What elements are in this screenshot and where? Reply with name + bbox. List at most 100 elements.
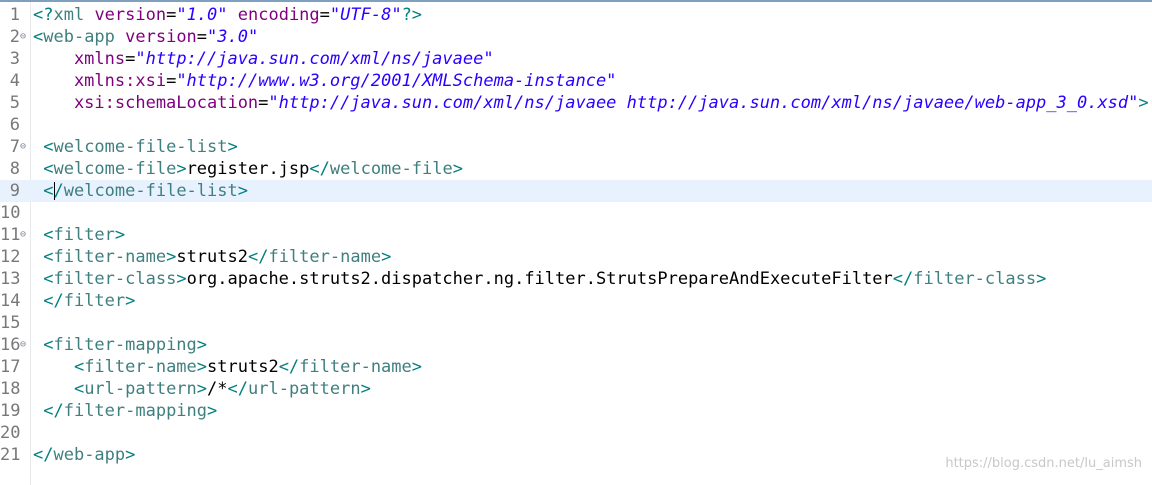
line-number: 9 [9, 181, 20, 201]
fold-collapse-icon[interactable]: ⊖ [20, 26, 30, 48]
code-token-bracket: </ [33, 445, 54, 465]
line-number: 20 [0, 423, 21, 443]
line-number: 2 [9, 27, 20, 47]
code-token-bracket: </ [33, 291, 64, 311]
code-token-text: = [125, 49, 136, 69]
code-token-bracket: < [33, 357, 85, 377]
line-code: </filter-mapping> [33, 400, 217, 422]
code-token-bracket: / [53, 181, 64, 201]
line-code: <filter-name>struts2</filter-name> [33, 246, 391, 268]
code-line[interactable]: 19 </filter-mapping> [0, 400, 1152, 422]
code-token-val: "http://www.w3.org/2001/XMLSchema-instan… [176, 71, 617, 91]
code-line[interactable]: 9 </welcome-file-list> [0, 180, 1152, 202]
code-token-bracket: < [33, 181, 54, 201]
code-token-tag: filter [53, 225, 115, 245]
code-line[interactable]: 2 ⊖ <web-app version="3.0" [0, 26, 1152, 48]
code-token-text: org.apache.struts2.dispatcher.ng.filter.… [186, 269, 893, 289]
code-token-val: "3.0" [207, 27, 259, 47]
code-token-bracket: > [452, 159, 463, 179]
code-line[interactable]: 7 ⊖ <welcome-file-list> [0, 136, 1152, 158]
code-token-attr: xmlns:xsi [33, 71, 167, 91]
line-number: 13 [0, 269, 21, 289]
code-token-text: = [196, 27, 208, 47]
code-token-tag: filter-mapping [63, 401, 208, 421]
code-token-tag: filter-class [53, 269, 177, 289]
code-token-val: "http://java.sun.com/xml/ns/javaee" [135, 49, 494, 69]
code-token-bracket: > [176, 269, 187, 289]
line-code: xmlns:xsi="http://www.w3.org/2001/XMLSch… [33, 70, 616, 92]
code-token-bracket: > [207, 401, 218, 421]
code-token-tag: filter-name [299, 357, 412, 377]
line-number: 1 [9, 5, 20, 25]
code-token-tag: filter-mapping [53, 335, 197, 355]
line-number: 10 [0, 203, 21, 223]
line-number: 3 [9, 49, 20, 69]
code-token-bracket: > [360, 379, 371, 399]
code-token-tag: url-pattern [248, 379, 361, 399]
code-token-bracket: < [33, 225, 54, 245]
line-code: </web-app> [33, 444, 135, 466]
fold-collapse-icon[interactable]: ⊖ [20, 136, 30, 158]
code-token-tag: web-app [43, 27, 115, 47]
code-token-tag: xml [53, 5, 95, 25]
line-number: 18 [0, 379, 21, 399]
code-editor[interactable]: 1 <?xml version="1.0" encoding="UTF-8"?> 2… [0, 0, 1152, 485]
code-token-bracket: </ [278, 357, 300, 377]
code-line[interactable]: 4 xmlns:xsi="http://www.w3.org/2001/XMLS… [0, 70, 1152, 92]
code-token-bracket: > [196, 357, 208, 377]
code-token-attr: encoding [227, 5, 320, 25]
line-number: 6 [9, 115, 20, 135]
code-line[interactable]: 17 <filter-name>struts2</filter-name> [0, 356, 1152, 378]
code-token-tag: welcome-file [329, 159, 453, 179]
code-token-tag: filter [63, 291, 126, 311]
code-token-bracket: > [381, 247, 392, 267]
line-code: <welcome-file-list> [33, 136, 238, 158]
code-line[interactable]: 13 <filter-class>org.apache.struts2.disp… [0, 268, 1152, 290]
line-code: </filter> [33, 290, 135, 312]
code-token-attr: version [94, 5, 167, 25]
line-code: <filter-mapping> [33, 334, 207, 356]
code-line[interactable]: 5 xsi:schemaLocation="http://java.sun.co… [0, 92, 1152, 114]
code-token-bracket: > [1138, 93, 1149, 113]
code-token-bracket: > [237, 181, 248, 201]
line-code: <url-pattern>/*</url-pattern> [33, 378, 371, 400]
code-token-bracket: < [33, 247, 54, 267]
code-token-bracket: </ [33, 401, 64, 421]
code-line[interactable]: 18 <url-pattern>/*</url-pattern> [0, 378, 1152, 400]
line-code: <filter-class>org.apache.struts2.dispatc… [33, 268, 1046, 290]
code-token-text: struts2 [176, 247, 248, 267]
line-number: 12 [0, 247, 21, 267]
fold-collapse-icon[interactable]: ⊖ [20, 334, 30, 356]
code-token-text: struts2 [207, 357, 279, 377]
line-number: 7 [9, 137, 20, 157]
code-token-bracket: < [33, 159, 54, 179]
code-token-bracket: > [411, 357, 423, 377]
code-token-attr: xmlns [33, 49, 126, 69]
code-token-tag: welcome-file-list [53, 137, 228, 157]
code-token-bracket: < [33, 269, 54, 289]
code-token-bracket: < [33, 137, 54, 157]
code-line[interactable]: 6 [0, 114, 1152, 136]
code-line[interactable]: 15 [0, 312, 1152, 334]
code-line[interactable]: 14 </filter> [0, 290, 1152, 312]
line-code: <filter> [33, 224, 125, 246]
code-token-bracket: > [125, 291, 136, 311]
fold-collapse-icon[interactable]: ⊖ [20, 224, 30, 246]
code-line[interactable]: 10 [0, 202, 1152, 224]
code-line[interactable]: 3 xmlns="http://java.sun.com/xml/ns/java… [0, 48, 1152, 70]
line-number: 5 [9, 93, 20, 113]
code-line[interactable]: 20 [0, 422, 1152, 444]
code-line[interactable]: 11 ⊖ <filter> [0, 224, 1152, 246]
code-token-text: = [166, 5, 177, 25]
code-line[interactable]: 12 <filter-name>struts2</filter-name> [0, 246, 1152, 268]
code-token-decl: <? [33, 5, 54, 25]
code-token-bracket: < [33, 335, 54, 355]
code-token-tag: filter-name [268, 247, 382, 267]
line-number: 19 [0, 401, 21, 421]
code-line[interactable]: 16 ⊖ <filter-mapping> [0, 334, 1152, 356]
line-number: 17 [0, 357, 21, 377]
code-token-bracket: </ [247, 247, 269, 267]
line-number: 16 [0, 335, 21, 355]
code-line[interactable]: 1 <?xml version="1.0" encoding="UTF-8"?> [0, 4, 1152, 26]
code-line[interactable]: 8 <welcome-file>register.jsp</welcome-fi… [0, 158, 1152, 180]
